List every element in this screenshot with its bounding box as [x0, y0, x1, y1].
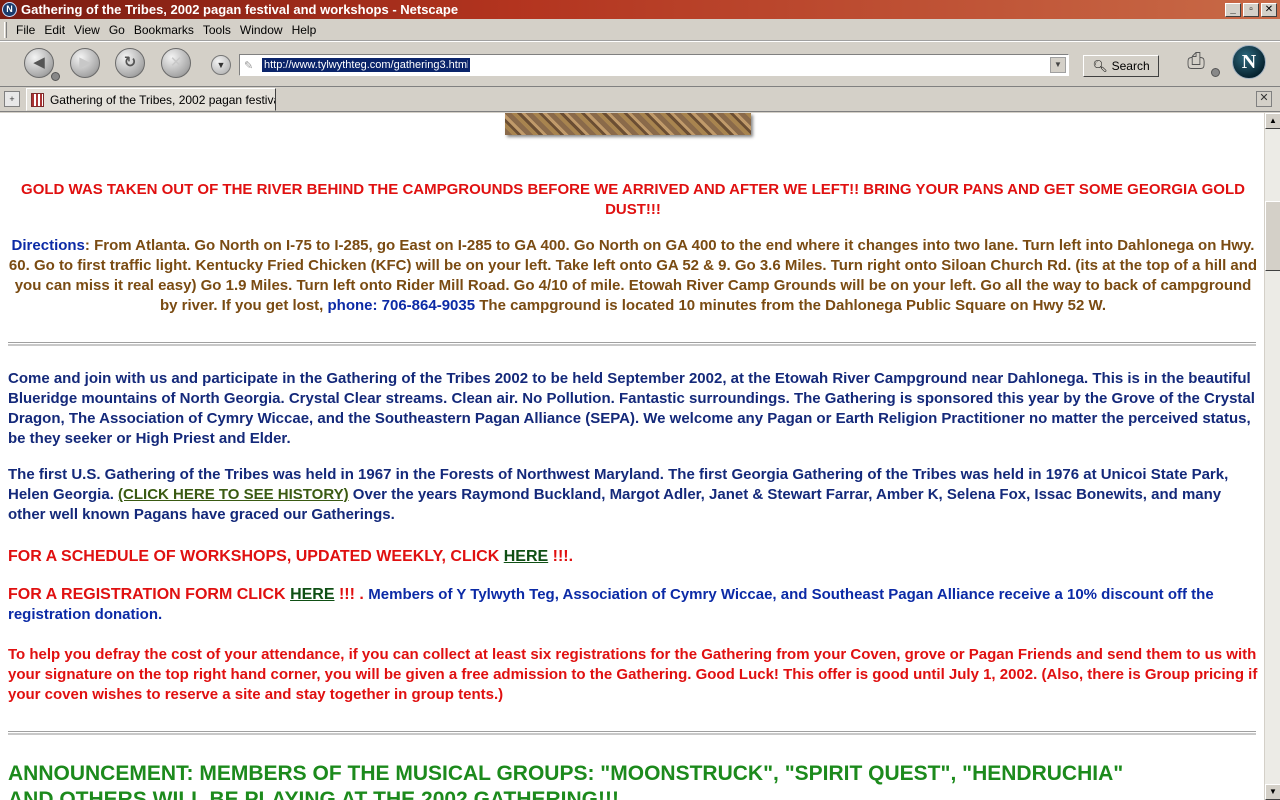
tab-gathering[interactable]: Gathering of the Tribes, 2002 pagan fest… — [26, 88, 276, 111]
registration-text: FOR A REGISTRATION FORM CLICK — [8, 586, 291, 603]
search-label: Search — [1111, 59, 1150, 73]
url-bar-wrapper: ▼ ✎ ▼ — [211, 53, 1077, 77]
registration-paragraph: FOR A REGISTRATION FORM CLICK HERE !!! .… — [8, 585, 1258, 625]
window-controls: _ ▫ ✕ — [1225, 2, 1277, 17]
menubar-grip[interactable] — [4, 21, 7, 38]
menu-view[interactable]: View — [71, 23, 106, 37]
close-tab-icon[interactable]: ✕ — [1256, 91, 1272, 107]
separator — [8, 342, 1256, 346]
minimize-button[interactable]: _ — [1225, 2, 1241, 17]
menu-bar: File Edit View Go Bookmarks Tools Window… — [0, 19, 1280, 41]
vertical-scrollbar[interactable]: ▲ ▼ — [1264, 113, 1280, 800]
history-link[interactable]: (CLICK HERE TO SEE HISTORY) — [118, 486, 349, 503]
announcement: ANNOUNCEMENT: MEMBERS OF THE MUSICAL GRO… — [8, 762, 1124, 800]
schedule-link[interactable]: HERE — [504, 548, 548, 565]
netscape-logo-icon[interactable]: N — [1232, 45, 1266, 79]
back-icon[interactable]: ◀ — [24, 48, 54, 78]
schedule-paragraph: FOR A SCHEDULE OF WORKSHOPS, UPDATED WEE… — [8, 547, 1258, 567]
tab-bar: + Gathering of the Tribes, 2002 pagan fe… — [0, 87, 1280, 112]
menu-file[interactable]: File — [13, 23, 41, 37]
close-window-button[interactable]: ✕ — [1261, 2, 1277, 17]
registration-link[interactable]: HERE — [290, 586, 334, 603]
new-tab-icon[interactable]: + — [4, 91, 20, 107]
registration-tail: !!! . — [334, 586, 369, 603]
history-icon[interactable]: ▼ — [211, 55, 231, 75]
campground-photo — [505, 113, 751, 135]
directions-tail: The campground is located 10 minutes fro… — [475, 297, 1107, 314]
menu-go[interactable]: Go — [106, 23, 131, 37]
directions-paragraph: Directions: From Atlanta. Go North on I-… — [8, 236, 1258, 316]
printer-icon[interactable]: ⎙ — [1181, 48, 1211, 76]
history-paragraph: The first U.S. Gathering of the Tribes w… — [8, 465, 1258, 525]
scroll-down-icon[interactable]: ▼ — [1265, 784, 1280, 800]
intro-paragraph: Come and join with us and participate in… — [8, 370, 1255, 447]
print-dropdown-icon[interactable] — [1211, 68, 1220, 77]
tab-label: Gathering of the Tribes, 2002 pagan fest… — [49, 92, 275, 107]
menu-window[interactable]: Window — [237, 23, 289, 37]
url-input[interactable] — [262, 58, 470, 72]
menu-edit[interactable]: Edit — [41, 23, 71, 37]
url-dropdown-icon[interactable]: ▼ — [1050, 57, 1066, 73]
navigation-toolbar: ◀ ▶ ↻ ✕ ▼ ✎ ▼ 🔍︎ Search ⎙ — [0, 41, 1280, 87]
group-offer-paragraph: To help you defray the cost of your atte… — [8, 646, 1258, 703]
directions-label: Directions — [11, 237, 85, 254]
schedule-text: FOR A SCHEDULE OF WORKSHOPS, UPDATED WEE… — [8, 548, 504, 565]
scroll-thumb[interactable] — [1265, 201, 1280, 271]
search-button[interactable]: 🔍︎ Search — [1083, 55, 1159, 77]
back-dropdown-icon[interactable] — [51, 72, 60, 81]
title-bar: N Gathering of the Tribes, 2002 pagan fe… — [0, 0, 1280, 19]
schedule-tail: !!!. — [548, 548, 574, 565]
stop-icon[interactable]: ✕ — [161, 48, 191, 78]
menu-tools[interactable]: Tools — [200, 23, 237, 37]
page-content: GOLD WAS TAKEN OUT OF THE RIVER BEHIND T… — [0, 113, 1264, 800]
scroll-up-icon[interactable]: ▲ — [1265, 113, 1280, 129]
separator-2 — [8, 731, 1256, 735]
forward-icon[interactable]: ▶ — [70, 48, 100, 78]
window-title: Gathering of the Tribes, 2002 pagan fest… — [21, 2, 459, 17]
favicon — [31, 92, 44, 107]
app-icon: N — [2, 2, 17, 17]
reload-icon[interactable]: ↻ — [115, 48, 145, 78]
menu-bookmarks[interactable]: Bookmarks — [131, 23, 200, 37]
lock-icon: ✎ — [244, 59, 254, 72]
menu-help[interactable]: Help — [289, 23, 323, 37]
phone-number: phone: 706-864-9035 — [327, 297, 476, 314]
maximize-button[interactable]: ▫ — [1243, 2, 1259, 17]
search-icon: 🔍︎ — [1092, 59, 1108, 73]
gold-notice: GOLD WAS TAKEN OUT OF THE RIVER BEHIND T… — [21, 181, 1245, 218]
url-bar: ✎ ▼ — [239, 54, 1069, 76]
